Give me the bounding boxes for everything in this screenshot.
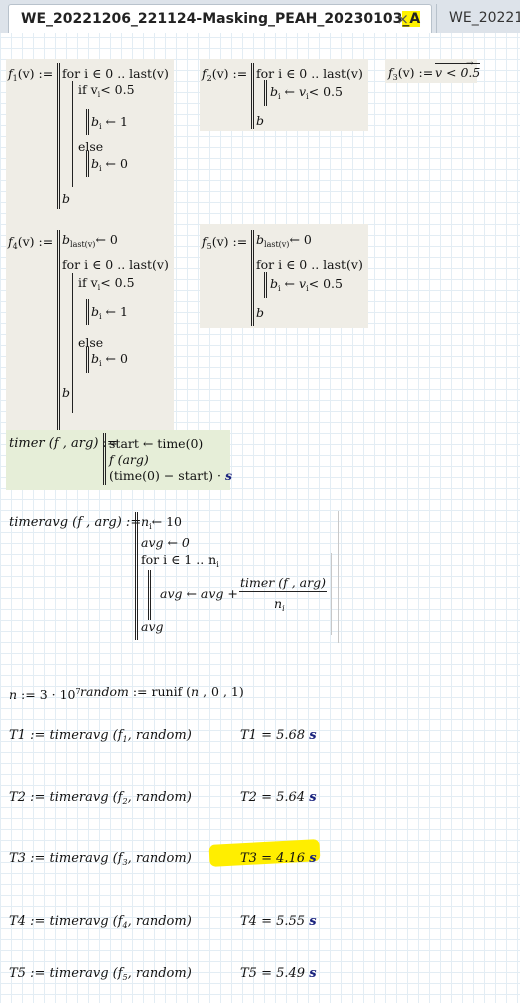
close-icon[interactable]: × [396,10,409,28]
vectorize-arrow-icon: → [466,59,474,69]
program-bar [251,230,254,326]
t5-definition: T5 := timeravg (f5, random) [9,966,192,982]
t2-result: T2 = 5.64 s [240,790,317,805]
program-bar [86,109,89,135]
timeravg-def: timeravg (f , arg) := [9,515,142,530]
tab-active-document[interactable]: WE_20221206_221124-Masking_PEAH_20230103… [8,4,432,33]
f2-return: b [256,113,265,128]
f1-return: b [62,191,71,206]
worksheet[interactable]: f1(v) := for i ∈ 0 .. last(v) if vi< 0.5… [0,33,520,1003]
f1-head: f1(v) := [8,66,54,83]
f4-head: f4(v) := [8,234,54,251]
program-bar [135,512,138,640]
timeravg-line3: for i ∈ 1 .. ni [141,552,219,569]
n-definition: n := 3 · 107 [9,687,81,703]
tab-label: WE_202212 [449,10,520,26]
program-bar [103,433,106,485]
program-bar [86,347,89,373]
f1-assign0: bi ← 0 [91,156,128,173]
f4-init: blast(v)← 0 [62,232,118,249]
timeravg-return: avg [141,619,164,634]
f1-assign1: bi ← 1 [91,114,128,131]
f5-head: f5(v) := [202,234,248,251]
program-bar [86,299,89,325]
f4-assign1: bi ← 1 [91,304,128,321]
f5-init: blast(v)← 0 [256,232,312,249]
program-bar [264,272,267,298]
f4-for: for i ∈ 0 .. last(v) [62,257,169,272]
tab-label: WE_20221206_221124-Masking_PEAH_20230103… [21,11,421,27]
timer-line3: (time(0) − start) · s [109,468,233,483]
t1-result: T1 = 5.68 s [240,728,317,743]
f1-if: if vi< 0.5 [78,82,135,99]
t3-definition: T3 := timeravg (f3, random) [9,851,192,867]
timer-line2: f (arg) [109,452,149,467]
t5-result: T5 = 5.49 s [240,966,317,981]
f2-assign: bi ← vi< 0.5 [270,84,343,101]
random-definition: random := runif (n , 0 , 1) [80,684,244,699]
f5-for: for i ∈ 0 .. last(v) [256,257,363,272]
timer-line1: start ← time(0) [109,436,204,451]
t2-definition: T2 := timeravg (f2, random) [9,790,192,806]
program-bar [57,63,60,209]
timeravg-line4: avg ← avg + [160,586,238,601]
f3-head: f3(v) := [388,65,434,82]
f2-for: for i ∈ 0 .. last(v) [256,66,363,81]
program-bar [148,570,151,620]
f4-else: else [78,335,104,350]
program-bar [251,63,254,129]
program-bar [264,80,267,106]
f4-return: b [62,385,71,400]
f4-if: if vi< 0.5 [78,275,135,292]
timeravg-numerator: timer (f , arg) [239,575,327,592]
f2-head: f2(v) := [202,66,248,83]
region-edge [331,553,332,635]
f1-for: for i ∈ 0 .. last(v) [62,66,169,81]
timer-def: timer (f , arg) := [9,436,118,451]
program-bar [72,81,73,187]
t4-result: T4 = 5.55 s [240,914,317,929]
region-edge [338,511,339,643]
program-bar [72,273,73,413]
t1-definition: T1 := timeravg (f1, random) [9,728,192,744]
timeravg-line1: ni← 10 [141,514,182,531]
f4-assign0: bi ← 0 [91,351,128,368]
tab-other-document[interactable]: WE_202212 [436,4,520,33]
t4-definition: T4 := timeravg (f4, random) [9,914,192,930]
program-bar [57,230,60,434]
tab-bar: WE_20221206_221124-Masking_PEAH_20230103… [0,0,520,34]
f5-return: b [256,305,265,320]
f5-assign: bi ← vi< 0.5 [270,276,343,293]
timeravg-denominator: ni [274,596,285,613]
f1-else: else [78,139,104,154]
t3-result: T3 = 4.16 s [240,851,317,866]
timeravg-line2: avg ← 0 [141,535,190,550]
program-bar [86,151,89,177]
